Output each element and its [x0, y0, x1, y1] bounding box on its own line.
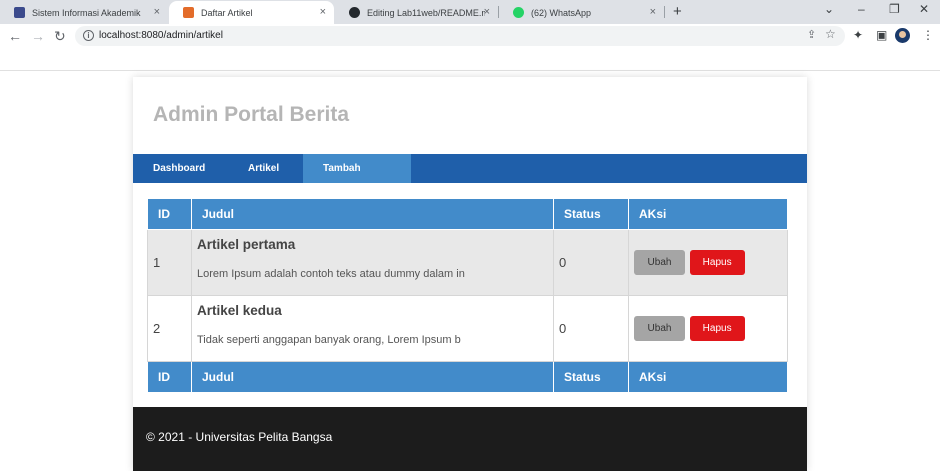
reload-icon[interactable]: ↻	[54, 27, 66, 45]
share-icon[interactable]: ⇪	[807, 28, 816, 41]
cell-status: 0	[553, 295, 629, 362]
nav-dashboard[interactable]: Dashboard	[133, 154, 224, 183]
footer-header-judul: Judul	[191, 361, 554, 393]
footer-header-status: Status	[553, 361, 629, 393]
article-title: Artikel kedua	[197, 303, 282, 318]
article-excerpt: Tidak seperti anggapan banyak orang, Lor…	[197, 334, 461, 346]
site-title: Admin Portal Berita	[153, 103, 350, 126]
footer-header-id: ID	[147, 361, 192, 393]
tab-label: Daftar Artikel	[201, 7, 253, 18]
tab-label: Editing Lab11web/README.md a	[367, 7, 485, 18]
cell-id: 2	[147, 295, 192, 362]
tab-whatsapp[interactable]: (62) WhatsApp ×	[499, 1, 664, 24]
new-tab-icon[interactable]: +	[673, 3, 682, 20]
site-footer: © 2021 - Universitas Pelita Bangsa	[133, 407, 807, 471]
campus-favicon-icon	[14, 7, 25, 18]
article-title: Artikel pertama	[197, 237, 296, 252]
extensions-icon[interactable]: ✦	[853, 28, 863, 42]
footer-header-aksi: AKsi	[628, 361, 788, 393]
minimize-icon[interactable]: –	[858, 2, 865, 16]
edit-button[interactable]: Ubah	[634, 250, 685, 275]
address-bar[interactable]: i localhost:8080/admin/artikel ⇪ ☆	[75, 26, 845, 46]
back-icon[interactable]: ←	[8, 27, 22, 45]
browser-toolbar: ← → ↻ i localhost:8080/admin/artikel ⇪ ☆…	[0, 24, 940, 48]
codeigniter-favicon-icon	[183, 7, 194, 18]
tab-github-editing[interactable]: Editing Lab11web/README.md a ×	[335, 1, 498, 24]
url-text[interactable]: localhost:8080/admin/artikel	[99, 30, 223, 41]
github-favicon-icon	[349, 7, 360, 18]
tab-label: (62) WhatsApp	[531, 7, 592, 18]
cell-aksi: Ubah Hapus	[628, 229, 788, 296]
nav-tambah-artikel[interactable]: Tambah Artikel	[303, 154, 411, 203]
header-id: ID	[147, 198, 192, 230]
divider	[0, 70, 940, 71]
close-icon[interactable]: ×	[320, 6, 326, 18]
close-icon[interactable]: ×	[484, 6, 490, 18]
tab-label: Sistem Informasi Akademik	[32, 7, 141, 18]
bookmark-star-icon[interactable]: ☆	[825, 27, 836, 41]
main-nav: Dashboard Artikel Tambah Artikel	[133, 154, 807, 203]
cell-status: 0	[553, 229, 629, 296]
table-row: 1 Artikel pertama Lorem Ipsum adalah con…	[147, 229, 788, 296]
forward-icon[interactable]: →	[31, 27, 45, 45]
cell-judul: Artikel pertama Lorem Ipsum adalah conto…	[191, 229, 554, 296]
tab-search-chevron-icon[interactable]: ⌄	[824, 2, 834, 16]
cell-judul: Artikel kedua Tidak seperti anggapan ban…	[191, 295, 554, 362]
delete-button[interactable]: Hapus	[689, 316, 745, 341]
article-table: ID Judul Status AKsi 1 Artikel pertama L…	[147, 198, 788, 393]
edit-button[interactable]: Ubah	[634, 316, 685, 341]
restore-icon[interactable]: ❐	[889, 2, 900, 16]
browser-tab-strip: Sistem Informasi Akademik × Daftar Artik…	[0, 0, 940, 24]
cell-id: 1	[147, 229, 192, 296]
side-panel-icon[interactable]: ▣	[876, 28, 887, 42]
article-excerpt: Lorem Ipsum adalah contoh teks atau dumm…	[197, 268, 465, 280]
cell-aksi: Ubah Hapus	[628, 295, 788, 362]
close-icon[interactable]: ×	[650, 6, 656, 18]
menu-kebab-icon[interactable]: ⋮	[922, 28, 934, 42]
header-aksi: AKsi	[628, 198, 788, 230]
header-judul: Judul	[191, 198, 554, 230]
whatsapp-favicon-icon	[513, 7, 524, 18]
page-container: Admin Portal Berita Dashboard Artikel Ta…	[133, 77, 807, 471]
nav-artikel[interactable]: Artikel	[228, 154, 301, 183]
table-row: 2 Artikel kedua Tidak seperti anggapan b…	[147, 295, 788, 362]
tab-daftar-artikel[interactable]: Daftar Artikel ×	[169, 1, 334, 24]
delete-button[interactable]: Hapus	[689, 250, 745, 275]
tab-separator	[664, 6, 665, 18]
tab-sistem-informasi[interactable]: Sistem Informasi Akademik ×	[0, 1, 168, 24]
window-close-icon[interactable]: ✕	[919, 2, 929, 16]
profile-avatar[interactable]	[895, 28, 910, 43]
site-info-icon[interactable]: i	[83, 30, 94, 41]
copyright-text: © 2021 - Universitas Pelita Bangsa	[146, 430, 333, 444]
close-icon[interactable]: ×	[154, 6, 160, 18]
header-status: Status	[553, 198, 629, 230]
